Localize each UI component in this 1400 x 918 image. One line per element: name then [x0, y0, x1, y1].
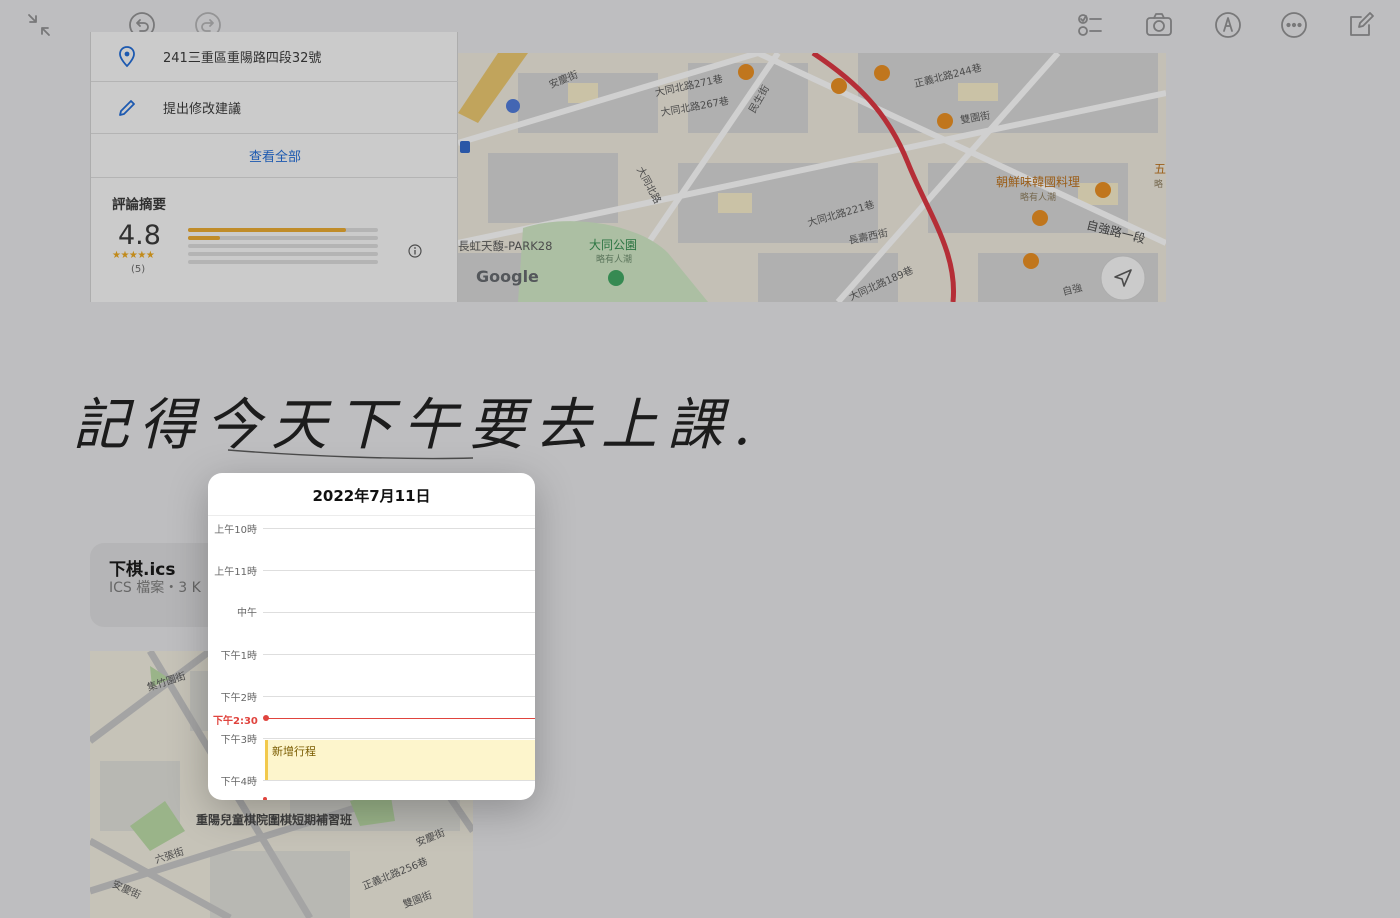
- current-time-line: [268, 717, 535, 719]
- rating-bar-fill: [188, 228, 346, 232]
- hour-label: 下午3時: [220, 735, 257, 746]
- rating-stars: ★★★★★: [112, 250, 155, 261]
- suggest-edit-row[interactable]: 提出修改建議: [91, 82, 459, 134]
- rating-bar: [188, 228, 378, 232]
- rating-bar: [188, 244, 378, 248]
- suggest-edit-text: 提出修改建議: [163, 102, 242, 117]
- calendar-event[interactable]: 新增行程: [265, 740, 535, 780]
- hour-line: [263, 654, 535, 655]
- hour-line: [263, 570, 535, 571]
- hour-line: [263, 528, 535, 529]
- calendar-preview[interactable]: 2022年7月11日 上午10時 上午11時 中午 下午1時 下午2時 下午3時…: [208, 473, 535, 800]
- map-label: 略有人潮: [1020, 193, 1057, 203]
- map-park-label: 大同公園: [589, 238, 638, 252]
- markup-pen-icon[interactable]: [1211, 8, 1245, 42]
- hour-label: 下午2時: [220, 693, 257, 704]
- map-label: 五: [1154, 162, 1166, 176]
- location-pin-icon: [91, 45, 163, 68]
- info-icon[interactable]: [408, 243, 422, 262]
- review-count: (5): [131, 264, 146, 275]
- hour-line: [263, 696, 535, 697]
- hour-label: 上午11時: [214, 567, 257, 578]
- pencil-icon: [91, 98, 163, 118]
- rating-bar: [188, 260, 378, 264]
- hour-line: [263, 780, 535, 781]
- hour-label: 下午1時: [220, 651, 257, 662]
- event-title: 新增行程: [272, 745, 316, 758]
- camera-icon[interactable]: [1142, 8, 1176, 42]
- hour-line: [263, 738, 535, 739]
- google-logo: Google: [476, 267, 539, 286]
- map-label: 長虹天馥-PARK28: [458, 239, 553, 253]
- checklist-icon[interactable]: [1072, 8, 1106, 42]
- reviews-heading: 評論摘要: [112, 197, 166, 213]
- see-all-link[interactable]: 查看全部: [249, 146, 301, 165]
- map-top[interactable]: 安慶街 大同北路271巷 大同北路267巷 民生街 正義北路244巷 雙園街 朝…: [458, 53, 1166, 302]
- calendar-date-title: 2022年7月11日: [312, 487, 431, 505]
- hour-label: 上午10時: [214, 525, 257, 536]
- handwritten-note[interactable]: 記得今天下午要去上課.: [73, 380, 773, 460]
- hour-line: [263, 612, 535, 613]
- rating-bar: [188, 252, 378, 256]
- next-event-dot: [263, 797, 267, 800]
- rating-bar-fill: [188, 236, 221, 240]
- rating-value: 4.8: [118, 220, 161, 251]
- rating-bar: [188, 236, 378, 240]
- more-icon[interactable]: [1277, 8, 1311, 42]
- collapse-icon[interactable]: [22, 8, 56, 42]
- navigate-icon[interactable]: [1112, 267, 1134, 293]
- map-poi-label: 朝鮮味韓國料理: [996, 175, 1081, 189]
- place-card: 241三重區重陽路四段32號 提出修改建議 查看全部 評論摘要 4.8 ★★★★…: [90, 32, 459, 302]
- hour-label: 下午4時: [220, 777, 257, 788]
- address-row[interactable]: 241三重區重陽路四段32號: [91, 32, 459, 82]
- map-label: 略有人潮: [596, 255, 633, 265]
- hour-label: 中午: [237, 608, 257, 619]
- map-label: 略: [1154, 180, 1164, 190]
- see-all-row: 查看全部: [91, 134, 459, 178]
- address-text: 241三重區重陽路四段32號: [163, 51, 322, 66]
- calendar-header-divider: [208, 515, 535, 516]
- map-poi-label: 重陽兒童棋院圍棋短期補習班: [196, 813, 353, 827]
- attachment-meta: ICS 檔案・3 K: [109, 580, 201, 596]
- current-time-label: 下午2:30: [213, 716, 258, 727]
- compose-icon[interactable]: [1344, 8, 1378, 42]
